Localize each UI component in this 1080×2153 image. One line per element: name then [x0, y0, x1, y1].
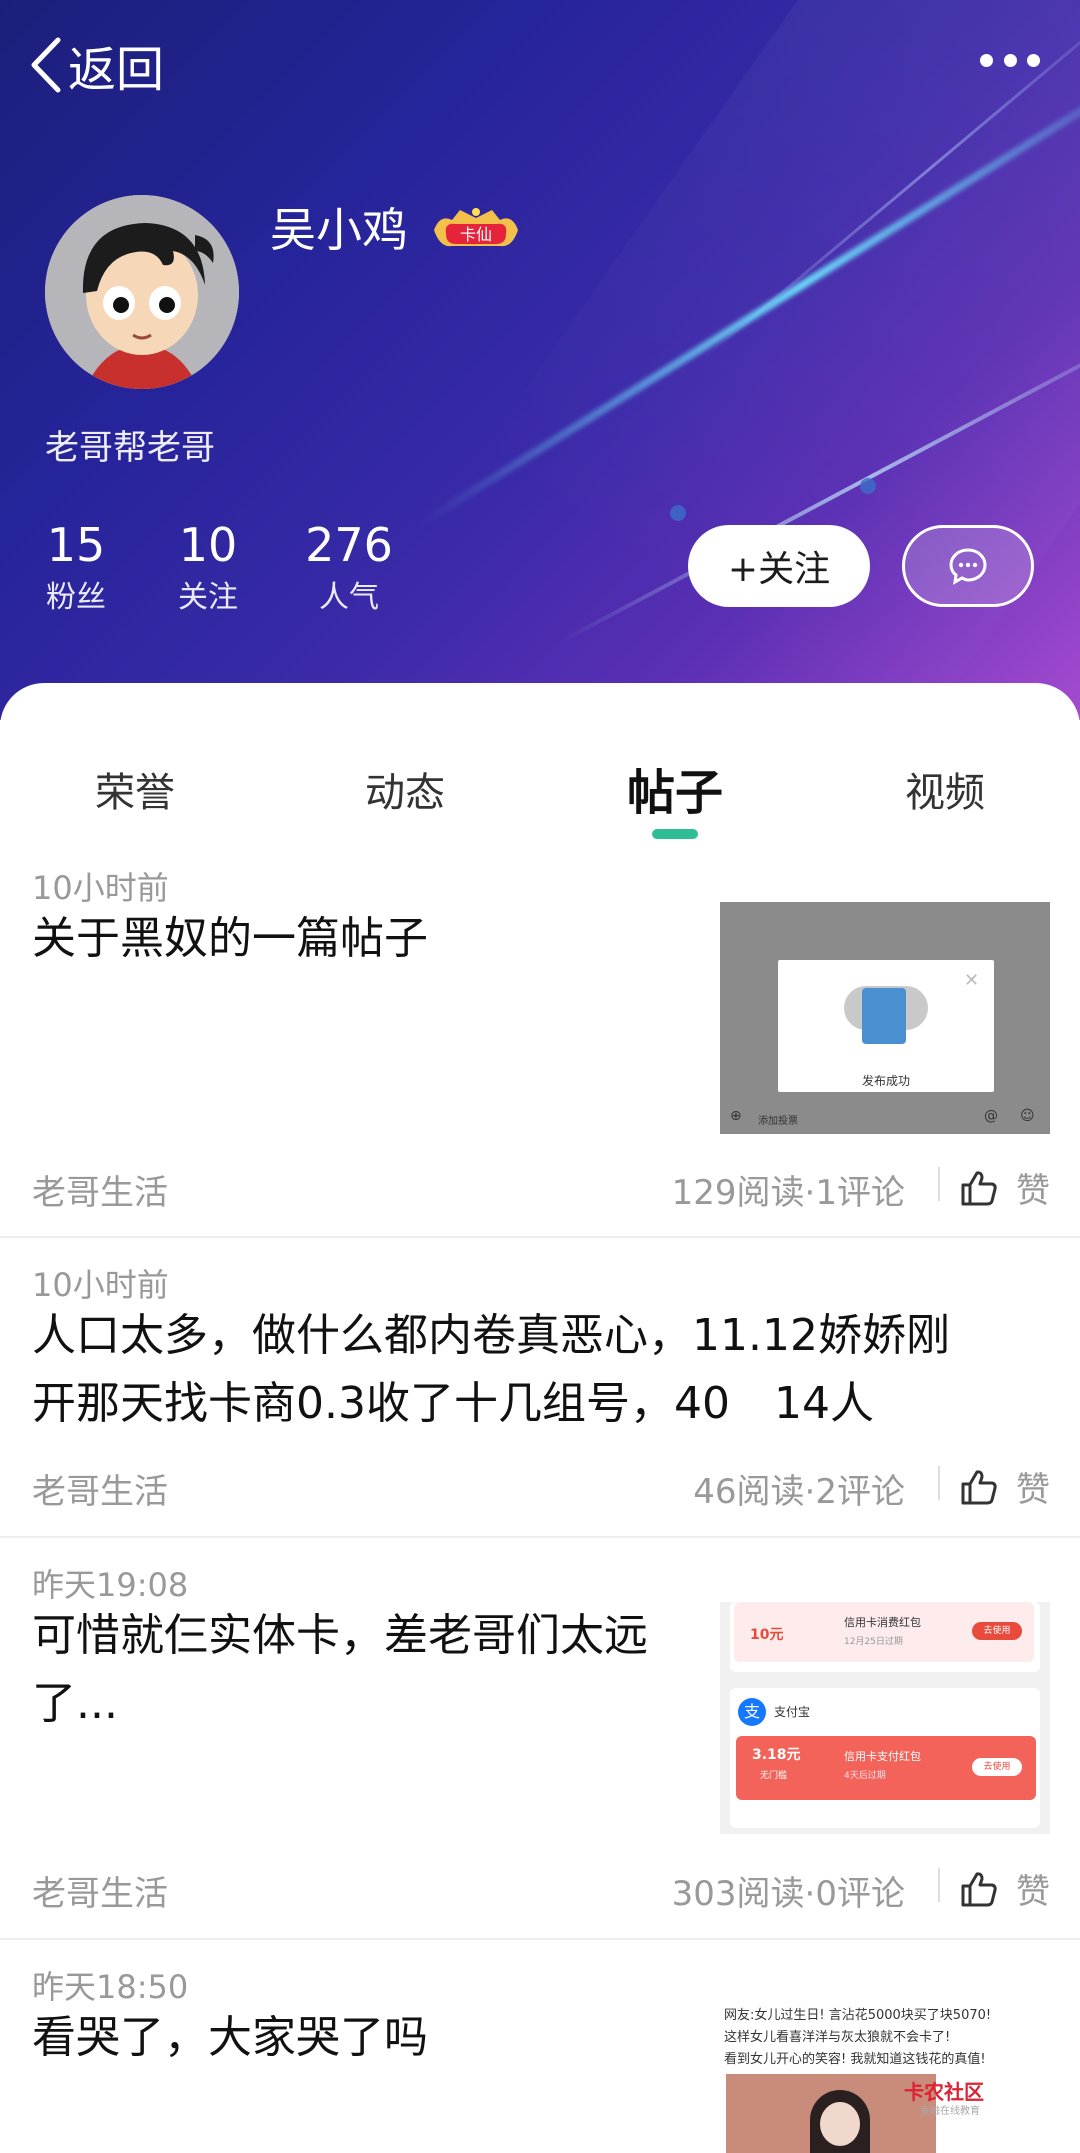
- post-meta: 46阅读·2评论: [693, 1472, 905, 1512]
- stats-row: 15 粉丝 10 关注 276 人气: [40, 515, 454, 621]
- post-time: 10小时前: [32, 869, 169, 907]
- back-button[interactable]: 返回: [28, 30, 164, 100]
- thumb-line-3: 看到女儿开心的笑容! 我就知道这钱花的真值!: [724, 2052, 986, 2067]
- thumb-card2-amount: 3.18元: [752, 1747, 801, 1763]
- message-button[interactable]: [902, 525, 1034, 607]
- post-time: 昨天18:50: [32, 1968, 189, 2006]
- stat-popularity: 276 人气: [304, 515, 394, 621]
- post-category[interactable]: 老哥生活: [32, 1165, 168, 1214]
- post-title-line-2: 开那天找卡商0.3收了十几组号，40 14人: [32, 1378, 874, 1429]
- thumb-card1-btn: 去使用: [972, 1622, 1022, 1640]
- stat-popularity-value: 276: [305, 518, 393, 572]
- profile-header: 返回 吴小鸡 卡仙 老哥帮老哥 15 粉丝 10 关注 276 人气 +关注: [0, 0, 1080, 720]
- rank-badge-icon: 卡仙: [430, 204, 522, 256]
- watermark: 卡农社区: [904, 2080, 984, 2104]
- at-icon: @: [984, 1108, 998, 1124]
- chevron-left-icon: [31, 37, 61, 93]
- tab-bar: 荣誉 动态 帖子 视频: [0, 753, 1080, 863]
- like-label: 赞: [1016, 1171, 1050, 1211]
- post-meta: 303阅读·0评论: [671, 1874, 905, 1914]
- thumb-card2-sub: 4天后过期: [844, 1771, 886, 1781]
- post-thumbnail: 10元 信用卡消费红包 12月25日过期 去使用 支 支付宝 3.18元 无门槛…: [720, 1602, 1050, 1834]
- post-item[interactable]: 10小时前 关于黑奴的一篇帖子 ✕ 发布成功 ⊕ 添加投票 @ ☺ 老哥生活 1…: [0, 853, 1080, 1238]
- avatar[interactable]: [45, 195, 239, 389]
- follow-button[interactable]: +关注: [688, 525, 870, 607]
- like-button[interactable]: 赞: [960, 1462, 1050, 1511]
- stat-fans-value: 15: [46, 518, 106, 572]
- stat-following-value: 10: [178, 518, 238, 572]
- thumb-card1-sub: 12月25日过期: [844, 1637, 903, 1647]
- svg-text:卡仙: 卡仙: [460, 225, 492, 244]
- post-thumbnail: ✕ 发布成功 ⊕ 添加投票 @ ☺: [720, 902, 1050, 1134]
- stat-fans[interactable]: 15 粉丝: [40, 515, 112, 621]
- thumb-card1-title: 信用卡消费红包: [844, 1616, 921, 1629]
- like-label: 赞: [1016, 1872, 1050, 1912]
- post-title: 看哭了，大家哭了吗: [32, 2012, 428, 2063]
- post-item[interactable]: 昨天19:08 可惜就仨实体卡，差老哥们太远 了... 10元 信用卡消费红包 …: [0, 1538, 1080, 1940]
- username: 吴小鸡: [270, 203, 408, 257]
- like-button[interactable]: 赞: [960, 1864, 1050, 1913]
- alipay-icon: 支: [738, 1698, 766, 1726]
- close-icon: ✕: [964, 970, 980, 991]
- plus-circle-icon: ⊕: [730, 1108, 742, 1124]
- post-thumbnail: 网友:女儿过生日! 言沾花5000块买了块5070! 这样女儿看喜洋洋与灰太狼就…: [720, 2004, 1050, 2153]
- username-row: 吴小鸡 卡仙: [270, 195, 522, 265]
- stat-fans-label: 粉丝: [46, 580, 106, 615]
- post-item[interactable]: 10小时前 人口太多，做什么都内卷真恶心，11.12娇娇刚 开那天找卡商0.3收…: [0, 1238, 1080, 1538]
- signature: 老哥帮老哥: [45, 428, 215, 468]
- thumb-card2-amount-sub: 无门槛: [760, 1771, 788, 1781]
- post-title-line-1: 人口太多，做什么都内卷真恶心，11.12娇娇刚: [32, 1310, 950, 1361]
- chat-bubble-icon: [949, 548, 987, 585]
- thumb-card2-btn: 去使用: [972, 1758, 1022, 1776]
- stat-popularity-label: 人气: [319, 580, 379, 615]
- post-title-line-1: 可惜就仨实体卡，差老哥们太远: [32, 1610, 648, 1661]
- tab-activity[interactable]: 动态: [305, 753, 505, 833]
- thumb-line-2: 这样女儿看喜洋洋与灰太狼就不会卡了!: [724, 2030, 951, 2045]
- like-button[interactable]: 赞: [960, 1163, 1050, 1212]
- post-title: 关于黑奴的一篇帖子: [32, 913, 428, 964]
- like-label: 赞: [1016, 1470, 1050, 1510]
- post-category[interactable]: 老哥生活: [32, 1464, 168, 1513]
- post-title-line-2: 了...: [32, 1678, 118, 1729]
- back-label: 返回: [68, 42, 165, 98]
- tab-videos[interactable]: 视频: [845, 753, 1045, 833]
- thumbs-up-icon: [961, 1469, 997, 1504]
- thumb-app-name: 支付宝: [774, 1705, 811, 1719]
- thumbs-up-icon: [961, 1871, 997, 1906]
- post-category[interactable]: 老哥生活: [32, 1866, 168, 1915]
- thumbs-up-icon: [961, 1170, 997, 1205]
- post-time: 10小时前: [32, 1266, 169, 1304]
- tab-honor[interactable]: 荣誉: [35, 753, 235, 833]
- watermark-sub: 金融在线教育: [920, 2106, 980, 2117]
- tab-posts[interactable]: 帖子: [575, 753, 775, 833]
- content-card: 荣誉 动态 帖子 视频 10小时前 关于黑奴的一篇帖子 ✕ 发布成功 ⊕ 添加投…: [0, 683, 1080, 2153]
- thumb-line-1: 网友:女儿过生日! 言沾花5000块买了块5070!: [724, 2008, 992, 2023]
- stat-following-label: 关注: [178, 580, 238, 615]
- post-time: 昨天19:08: [32, 1566, 189, 1604]
- emoji-icon: ☺: [1020, 1108, 1035, 1124]
- thumb-card2-title: 信用卡支付红包: [844, 1750, 921, 1763]
- more-options-icon[interactable]: [980, 50, 1040, 70]
- thumb-card1-amount: 10元: [750, 1627, 784, 1643]
- active-tab-indicator: [652, 829, 698, 839]
- post-meta: 129阅读·1评论: [671, 1173, 905, 1213]
- stat-following[interactable]: 10 关注: [172, 515, 244, 621]
- thumb-dialog-text: 发布成功: [861, 1074, 910, 1088]
- thumb-toolbar-text: 添加投票: [758, 1116, 798, 1127]
- post-item[interactable]: 昨天18:50 看哭了，大家哭了吗 网友:女儿过生日! 言沾花5000块买了块5…: [0, 1940, 1080, 2153]
